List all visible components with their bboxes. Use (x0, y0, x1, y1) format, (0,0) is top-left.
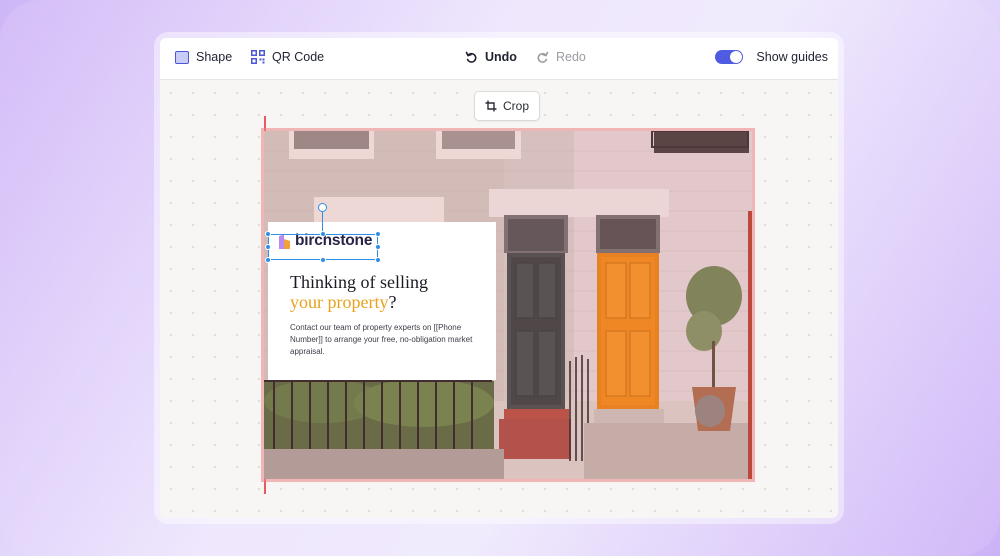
resize-handle-r[interactable] (375, 244, 381, 250)
resize-handle-l[interactable] (265, 244, 271, 250)
resize-handle-b[interactable] (320, 257, 326, 263)
headline-accent: your property (290, 292, 389, 312)
resize-handle-bl[interactable] (265, 257, 271, 263)
redo-label: Redo (556, 50, 586, 64)
toolbar: Shape QR Code Undo Redo Show guides (160, 38, 838, 80)
editor-workspace: Shape QR Code Undo Redo Show guides Crop… (160, 38, 838, 518)
qr-code-button[interactable]: QR Code (251, 50, 324, 64)
crop-icon (485, 100, 497, 112)
qr-code-label: QR Code (272, 50, 325, 64)
headline-line-2: your property? (290, 292, 490, 312)
resize-handle-br[interactable] (375, 257, 381, 263)
headline[interactable]: Thinking of selling your property? (290, 272, 490, 312)
headline-end: ? (388, 292, 397, 312)
redo-button[interactable]: Redo (536, 50, 586, 64)
crop-button[interactable]: Crop (474, 91, 540, 121)
crop-label: Crop (502, 99, 529, 113)
undo-icon (465, 51, 478, 64)
show-guides-label: Show guides (756, 50, 828, 64)
shape-icon (175, 50, 189, 64)
editor-window: Shape QR Code Undo Redo Show guides Crop… (154, 32, 844, 524)
shape-button[interactable]: Shape (175, 50, 232, 64)
headline-line-1: Thinking of selling (290, 272, 428, 292)
body-text[interactable]: Contact our team of property experts on … (290, 322, 480, 358)
undo-label: Undo (485, 50, 517, 64)
rotate-handle[interactable] (318, 203, 327, 212)
shape-label: Shape (196, 50, 233, 64)
resize-handle-tr[interactable] (375, 231, 381, 237)
resize-handle-t[interactable] (320, 231, 326, 237)
undo-button[interactable]: Undo (465, 50, 517, 64)
show-guides-control[interactable]: Show guides (715, 50, 828, 64)
resize-handle-tl[interactable] (265, 231, 271, 237)
show-guides-toggle[interactable] (715, 50, 744, 64)
qr-code-icon (251, 50, 265, 64)
redo-icon (536, 51, 549, 64)
